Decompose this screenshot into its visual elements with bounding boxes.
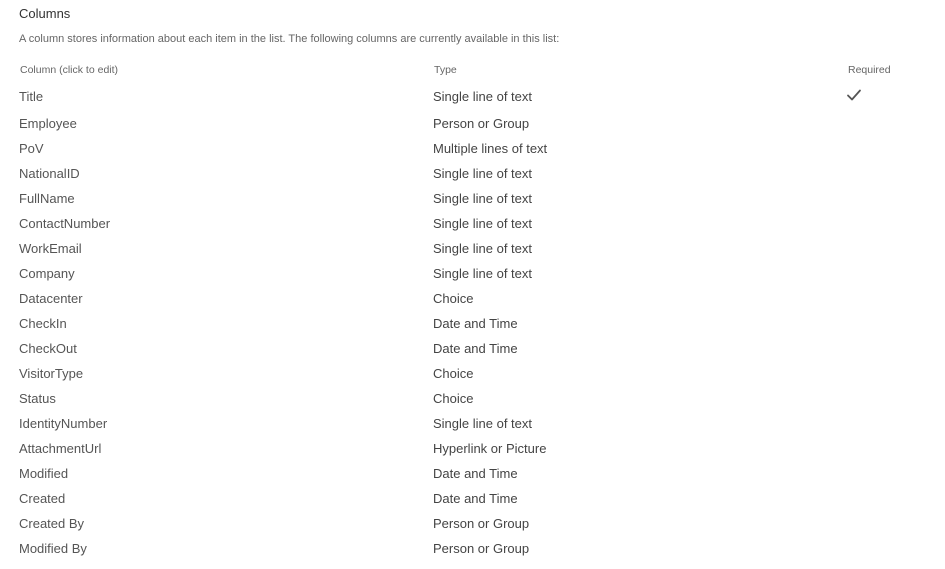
column-name-link[interactable]: IdentityNumber bbox=[19, 416, 107, 431]
section-description: A column stores information about each i… bbox=[19, 33, 560, 45]
column-type: Date and Time bbox=[433, 341, 518, 356]
table-row: Employee Person or Group bbox=[0, 111, 945, 136]
column-type: Multiple lines of text bbox=[433, 141, 548, 156]
table-row: NationalID Single line of text bbox=[0, 161, 945, 186]
column-name-link[interactable]: WorkEmail bbox=[19, 241, 82, 256]
column-type: Date and Time bbox=[433, 491, 518, 506]
column-type: Choice bbox=[433, 391, 474, 406]
column-type: Hyperlink or Picture bbox=[433, 441, 547, 456]
columns-list: Title Single line of text Employee Person o… bbox=[0, 84, 945, 561]
column-name-link[interactable]: NationalID bbox=[19, 166, 80, 181]
column-type: Person or Group bbox=[433, 116, 530, 131]
column-name-link[interactable]: Modified By bbox=[19, 541, 87, 556]
column-type: Date and Time bbox=[433, 466, 518, 481]
table-row: Created Date and Time bbox=[0, 486, 945, 511]
column-name-link[interactable]: Employee bbox=[19, 116, 77, 131]
table-row: Company Single line of text bbox=[0, 261, 945, 286]
column-type: Choice bbox=[433, 291, 474, 306]
column-name-link[interactable]: Company bbox=[19, 266, 75, 281]
column-name-link[interactable]: Datacenter bbox=[19, 291, 83, 306]
table-row: Modified By Person or Group bbox=[0, 536, 945, 561]
column-name-link[interactable]: VisitorType bbox=[19, 366, 83, 381]
column-name-link[interactable]: AttachmentUrl bbox=[19, 441, 101, 456]
column-name-link[interactable]: ContactNumber bbox=[19, 216, 110, 231]
column-header-type: Type bbox=[434, 64, 457, 76]
table-row: VisitorType Choice bbox=[0, 361, 945, 386]
table-row: Datacenter Choice bbox=[0, 286, 945, 311]
column-type: Person or Group bbox=[433, 541, 530, 556]
table-row: AttachmentUrl Hyperlink or Picture bbox=[0, 436, 945, 461]
column-type: Single line of text bbox=[433, 166, 533, 181]
column-name-link[interactable]: Status bbox=[19, 391, 56, 406]
table-row: Created By Person or Group bbox=[0, 511, 945, 536]
column-name-link[interactable]: Modified bbox=[19, 466, 68, 481]
column-name-link[interactable]: Created bbox=[19, 491, 65, 506]
column-type: Choice bbox=[433, 366, 474, 381]
table-row: WorkEmail Single line of text bbox=[0, 236, 945, 261]
column-name-link[interactable]: CheckOut bbox=[19, 341, 77, 356]
table-row: CheckIn Date and Time bbox=[0, 311, 945, 336]
column-type: Single line of text bbox=[433, 241, 533, 256]
column-name-link[interactable]: Created By bbox=[19, 516, 84, 531]
table-row: ContactNumber Single line of text bbox=[0, 211, 945, 236]
column-type: Single line of text bbox=[433, 191, 533, 206]
column-type: Single line of text bbox=[433, 416, 533, 431]
column-type: Date and Time bbox=[433, 316, 518, 331]
checkmark-icon bbox=[846, 87, 862, 103]
column-type: Person or Group bbox=[433, 516, 530, 531]
column-name-link[interactable]: PoV bbox=[19, 141, 44, 156]
table-row: IdentityNumber Single line of text bbox=[0, 411, 945, 436]
table-row: FullName Single line of text bbox=[0, 186, 945, 211]
column-type: Single line of text bbox=[433, 216, 533, 231]
column-type: Single line of text bbox=[433, 266, 533, 281]
table-row: Title Single line of text bbox=[0, 84, 945, 111]
section-title: Columns bbox=[19, 6, 71, 21]
column-name-link[interactable]: Title bbox=[19, 89, 43, 104]
table-row: Modified Date and Time bbox=[0, 461, 945, 486]
column-name-link[interactable]: FullName bbox=[19, 191, 75, 206]
column-name-link[interactable]: CheckIn bbox=[19, 316, 67, 331]
table-row: Status Choice bbox=[0, 386, 945, 411]
column-header-required: Required bbox=[848, 64, 891, 76]
table-row: PoV Multiple lines of text bbox=[0, 136, 945, 161]
column-header-name: Column (click to edit) bbox=[20, 64, 119, 76]
column-type: Single line of text bbox=[433, 89, 533, 104]
table-row: CheckOut Date and Time bbox=[0, 336, 945, 361]
